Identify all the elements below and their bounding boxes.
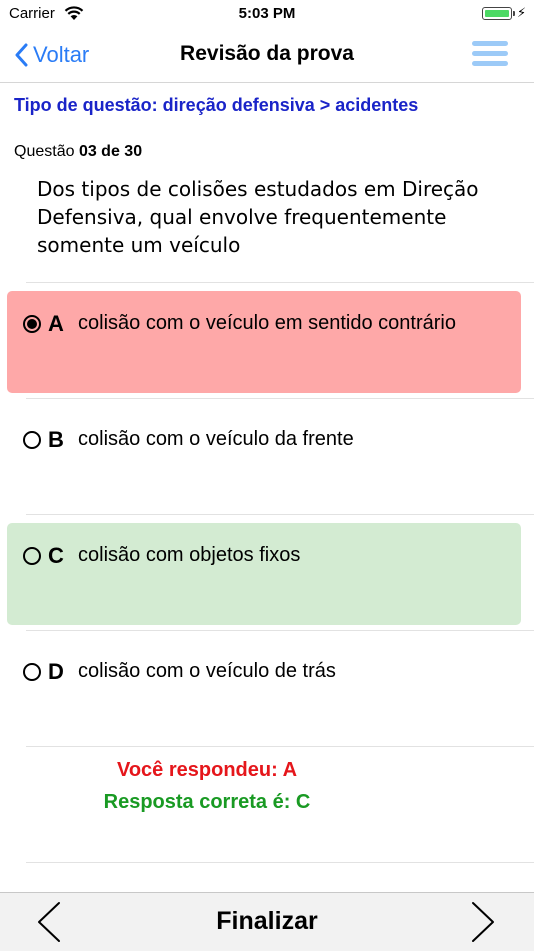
question-text: Dos tipos de colisões estudados em Direç… — [37, 177, 479, 257]
option-text: colisão com objetos fixos — [78, 544, 301, 566]
chevron-right-icon — [472, 902, 494, 942]
battery-cap — [513, 11, 515, 16]
radio-selected-icon — [23, 315, 41, 333]
menu-button[interactable] — [472, 40, 508, 68]
divider — [26, 862, 534, 863]
your-answer-label: Você respondeu: A — [116, 759, 298, 781]
option-a[interactable]: A colisão com o veículo em sentido contr… — [7, 291, 521, 393]
divider — [26, 746, 534, 747]
divider — [26, 514, 534, 515]
option-text: colisão com o veículo de trás — [78, 660, 336, 682]
question-number: Questão 03 de 30 — [14, 143, 143, 160]
radio-empty-icon — [23, 431, 41, 449]
option-text: colisão com o veículo em sentido contrár… — [78, 312, 456, 334]
bottom-toolbar: Finalizar — [0, 892, 534, 951]
question-category: Tipo de questão: direção defensiva > aci… — [14, 95, 419, 115]
radio-empty-icon — [23, 547, 41, 565]
option-text: colisão com o veículo da frente — [78, 428, 354, 450]
correct-answer-label: Resposta correta é: C — [103, 791, 311, 813]
next-question-button[interactable] — [468, 901, 498, 948]
option-d[interactable]: D colisão com o veículo de trás — [7, 639, 521, 741]
hamburger-icon — [472, 41, 508, 46]
divider — [26, 398, 534, 399]
navigation-bar: Voltar Revisão da prova — [0, 28, 534, 83]
charging-icon: ⚡︎ — [517, 5, 527, 20]
option-letter: A — [48, 311, 64, 336]
divider — [26, 282, 534, 283]
clock: 5:03 PM — [238, 5, 296, 22]
battery-icon — [482, 7, 512, 20]
divider — [26, 630, 534, 631]
option-letter: B — [48, 427, 64, 452]
option-letter: C — [48, 543, 64, 568]
finish-button[interactable]: Finalizar — [0, 907, 534, 936]
radio-empty-icon — [23, 663, 41, 681]
page-title: Revisão da prova — [180, 42, 354, 65]
option-b[interactable]: B colisão com o veículo da frente — [7, 407, 521, 509]
option-c[interactable]: C colisão com objetos fixos — [7, 523, 521, 625]
option-letter: D — [48, 659, 64, 684]
status-bar: Carrier 5:03 PM ⚡︎ — [0, 0, 534, 28]
